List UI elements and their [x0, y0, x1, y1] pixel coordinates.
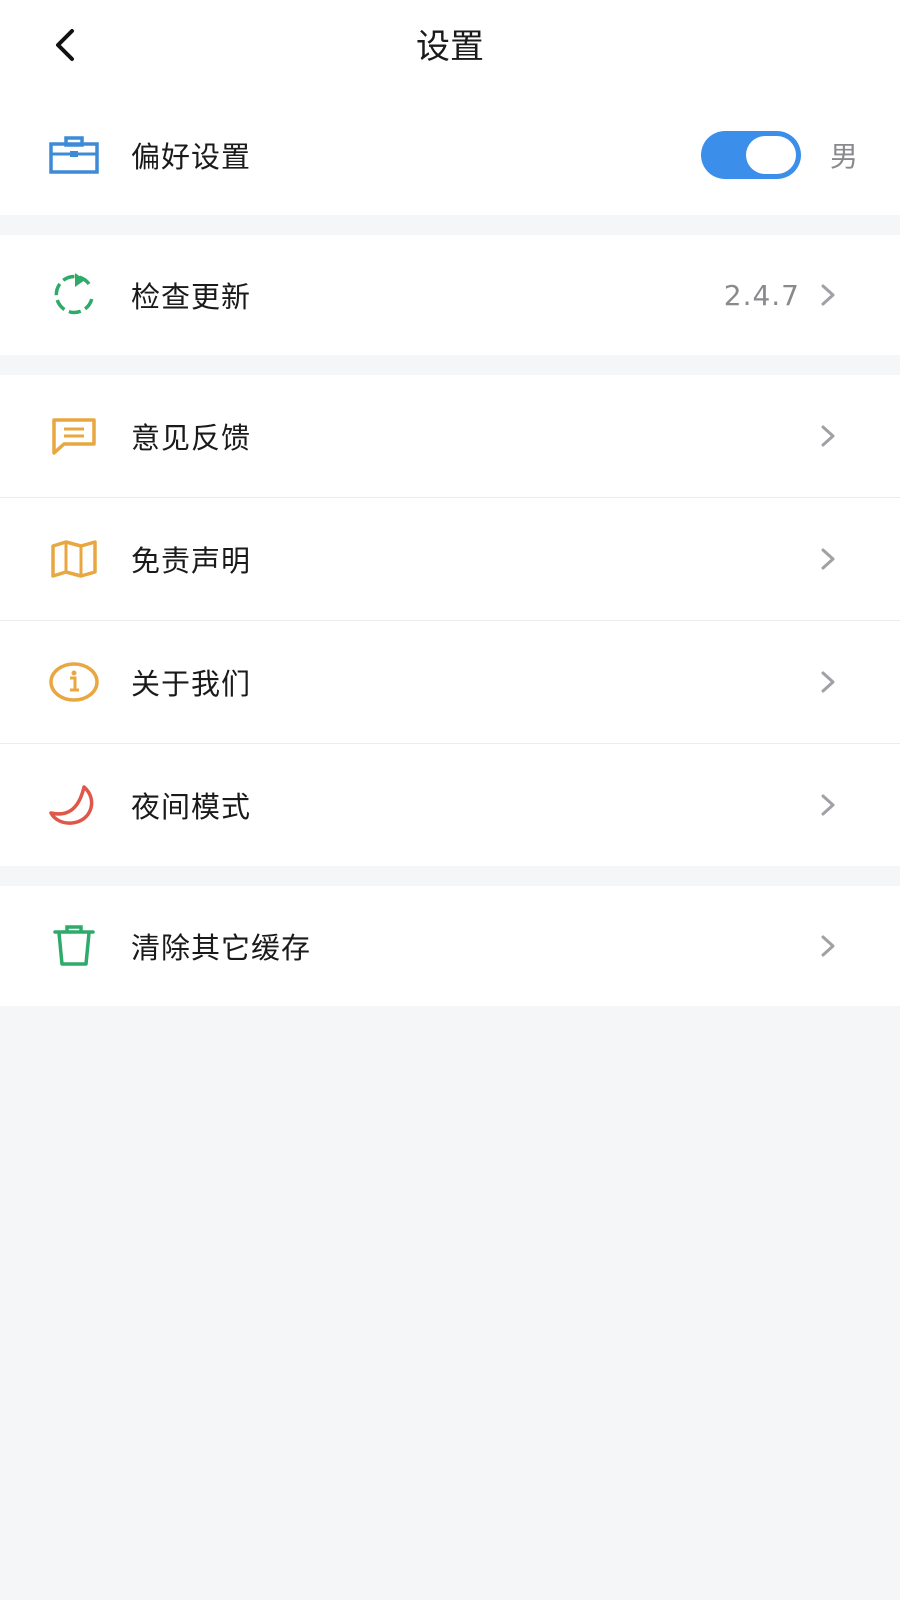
chevron-right-icon	[816, 545, 840, 573]
map-icon	[48, 533, 100, 585]
gender-label: 男	[829, 140, 858, 173]
preferences-row: 偏好设置 男	[0, 95, 900, 215]
section-divider	[0, 355, 900, 375]
preferences-label: 偏好设置	[131, 140, 252, 174]
clear-cache-row[interactable]: 清除其它缓存	[0, 886, 900, 1006]
cache-section: 清除其它缓存	[0, 886, 900, 1006]
check-update-row[interactable]: 检查更新 2.4.7	[0, 235, 900, 355]
clear-cache-label: 清除其它缓存	[131, 931, 312, 965]
briefcase-icon	[48, 129, 100, 181]
preferences-toggle[interactable]	[701, 131, 801, 179]
night-mode-row[interactable]: 夜间模式	[0, 743, 900, 866]
feedback-label: 意见反馈	[131, 421, 252, 455]
chevron-right-icon	[816, 281, 840, 309]
chevron-right-icon	[816, 791, 840, 819]
section-divider	[0, 215, 900, 235]
about-label: 关于我们	[131, 667, 252, 701]
moon-icon	[48, 779, 100, 831]
toggle-knob	[746, 136, 796, 174]
chevron-right-icon	[816, 932, 840, 960]
night-mode-label: 夜间模式	[131, 790, 252, 824]
refresh-icon	[48, 269, 100, 321]
about-row[interactable]: 关于我们	[0, 620, 900, 743]
chevron-right-icon	[816, 422, 840, 450]
update-section: 检查更新 2.4.7	[0, 235, 900, 355]
preferences-section: 偏好设置 男	[0, 95, 900, 215]
trash-icon	[48, 920, 100, 972]
disclaimer-row[interactable]: 免责声明	[0, 497, 900, 620]
top-bar: 设置	[0, 0, 900, 95]
message-icon	[48, 410, 100, 462]
disclaimer-label: 免责声明	[131, 544, 252, 578]
chevron-right-icon	[816, 668, 840, 696]
check-update-label: 检查更新	[131, 280, 252, 314]
version-text: 2.4.7	[723, 278, 800, 312]
page-title: 设置	[416, 27, 484, 67]
section-divider	[0, 866, 900, 886]
menu-section: 意见反馈 免责声明 关于我们 夜间模式	[0, 375, 900, 866]
info-icon	[48, 656, 100, 708]
feedback-row[interactable]: 意见反馈	[0, 375, 900, 497]
